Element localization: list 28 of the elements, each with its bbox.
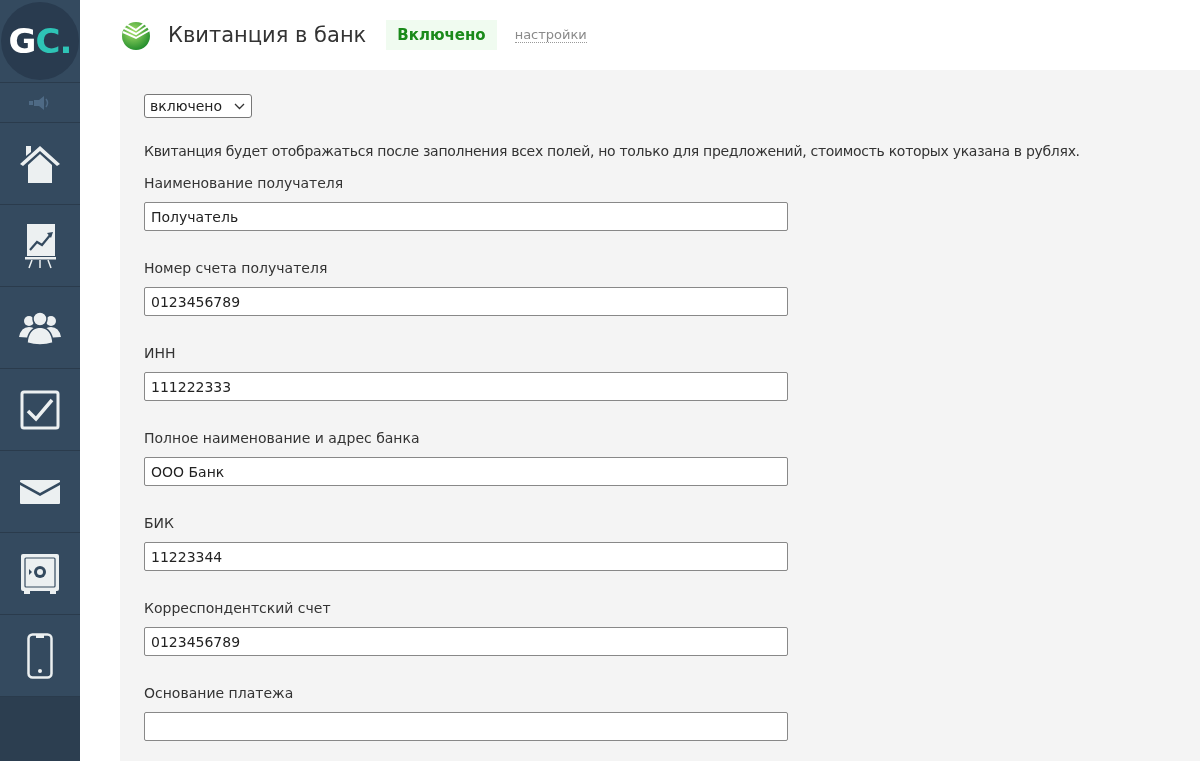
- text-field[interactable]: 0123456789: [144, 287, 788, 316]
- presentation-chart-icon[interactable]: [24, 222, 56, 269]
- group-icon[interactable]: [19, 310, 61, 345]
- smartphone-icon[interactable]: [27, 632, 53, 679]
- info-text: Квитанция будет отображаться после заполнения всех полей, но только для предложений, стоимость которых указана в рублях.: [144, 142, 1081, 160]
- text-field[interactable]: [144, 712, 788, 741]
- checkbox-icon[interactable]: [20, 389, 60, 430]
- field-label: БИК: [144, 514, 176, 532]
- house-icon[interactable]: [19, 143, 61, 184]
- logo[interactable]: GC.: [1, 2, 79, 80]
- bank-logo-icon: [120, 19, 152, 51]
- field-label: Наименование получателя: [144, 174, 345, 192]
- page-title: Квитанция в банк: [168, 23, 367, 47]
- chevron-down-icon: [234, 102, 246, 110]
- field-label: Корреспондентский счет: [144, 599, 332, 617]
- field-label: Основание платежа: [144, 684, 295, 702]
- text-field[interactable]: ООО Банк: [144, 457, 788, 486]
- envelope-icon[interactable]: [20, 479, 60, 504]
- field-label: Номер счета получателя: [144, 259, 329, 277]
- text-field[interactable]: 11223344: [144, 542, 788, 571]
- text-field[interactable]: 0123456789: [144, 627, 788, 656]
- status-badge: Включено: [386, 20, 497, 50]
- safe-icon[interactable]: [21, 553, 59, 594]
- mode-dropdown[interactable]: включено: [144, 94, 253, 118]
- field-label: Полное наименование и адрес банка: [144, 429, 421, 447]
- field-label: ИНН: [144, 344, 177, 362]
- text-field[interactable]: Получатель: [144, 202, 788, 231]
- text-field[interactable]: 111222333: [144, 372, 788, 401]
